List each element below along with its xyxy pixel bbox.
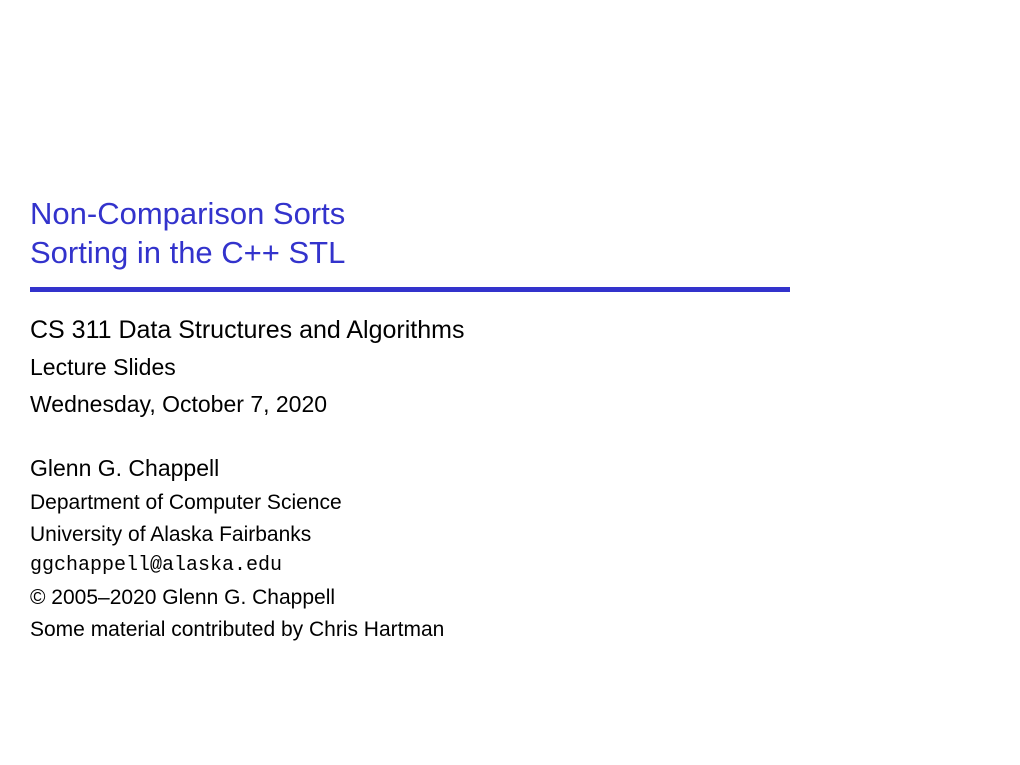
copyright: © 2005–2020 Glenn G. Chappell <box>30 582 990 614</box>
title-divider <box>30 287 790 292</box>
date: Wednesday, October 7, 2020 <box>30 386 990 423</box>
course-name: CS 311 Data Structures and Algorithms <box>30 312 990 350</box>
title-line-2: Sorting in the C++ STL <box>30 234 990 273</box>
slide-content: Non-Comparison Sorts Sorting in the C++ … <box>0 0 1020 645</box>
author-name: Glenn G. Chappell <box>30 451 990 486</box>
title-line-1: Non-Comparison Sorts <box>30 195 990 234</box>
contributor: Some material contributed by Chris Hartm… <box>30 614 990 646</box>
subtitle: Lecture Slides <box>30 349 990 386</box>
university: University of Alaska Fairbanks <box>30 519 990 551</box>
slide-title: Non-Comparison Sorts Sorting in the C++ … <box>30 195 990 273</box>
department: Department of Computer Science <box>30 487 990 519</box>
email: ggchappell@alaska.edu <box>30 550 990 582</box>
